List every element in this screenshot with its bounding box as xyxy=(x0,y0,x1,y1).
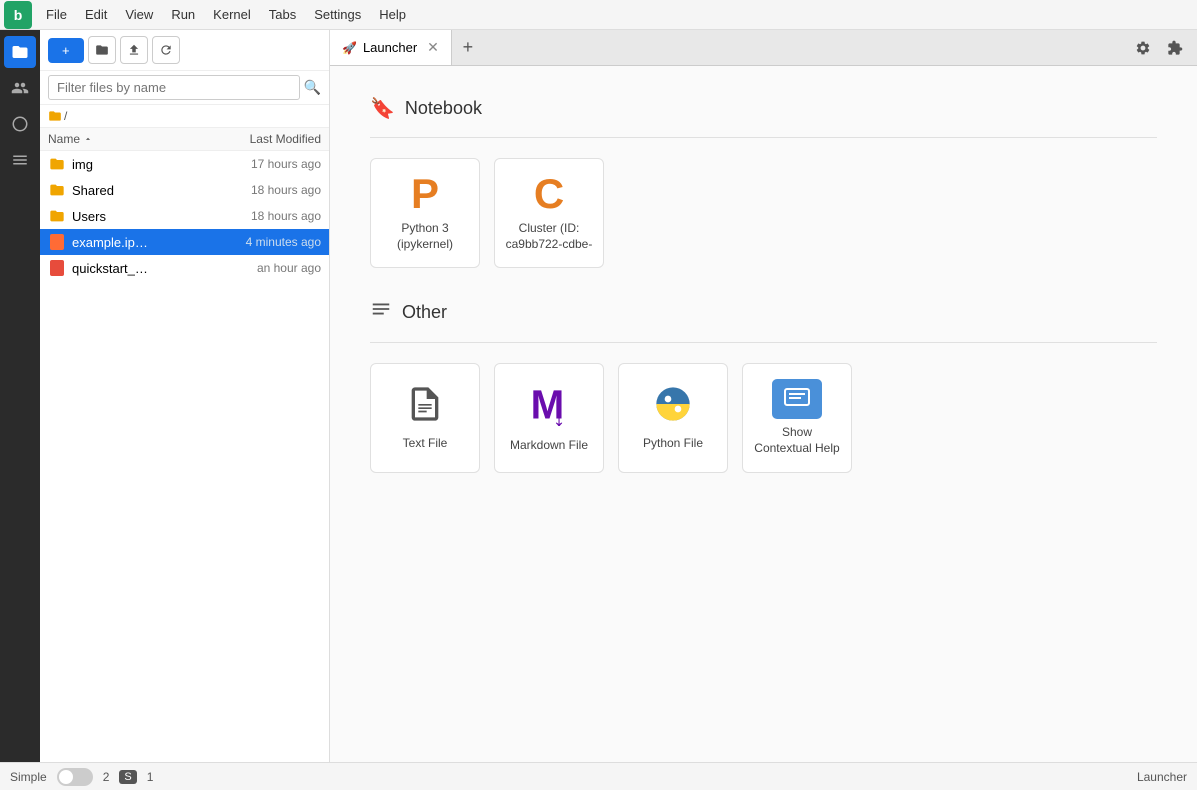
breadcrumb: / xyxy=(40,105,329,128)
menu-run[interactable]: Run xyxy=(163,5,203,24)
show-contextual-help-icon xyxy=(772,379,822,419)
modified-column-header[interactable]: Last Modified xyxy=(191,132,321,146)
python-file-label: Python File xyxy=(643,436,703,452)
folder-icon xyxy=(48,155,66,173)
file-row-img[interactable]: img 17 hours ago xyxy=(40,151,329,177)
mode-label: Simple xyxy=(10,770,47,784)
notebook-section-divider xyxy=(370,137,1157,138)
python3-label: Python 3 (ipykernel) xyxy=(381,221,469,252)
file-panel: + 🔍 / Name Last Modified xyxy=(40,30,330,762)
file-modified-img: 17 hours ago xyxy=(191,157,321,171)
other-section-divider xyxy=(370,342,1157,343)
toggle-knob xyxy=(59,770,73,784)
launcher-content: 🔖 Notebook P Python 3 (ipykernel) C Clus… xyxy=(330,66,1197,762)
search-box: 🔍 xyxy=(40,71,329,105)
folder-icon xyxy=(48,207,66,225)
folder-icon xyxy=(48,181,66,199)
launcher-tab-label: Launcher xyxy=(363,40,417,55)
status-bar: Simple 2 S 1 Launcher xyxy=(0,762,1197,790)
file-row-quickstart[interactable]: quickstart_… an hour ago xyxy=(40,255,329,281)
file-name-shared: Shared xyxy=(72,183,191,198)
sidebar-circle-icon[interactable] xyxy=(4,108,36,140)
other-section-title: Other xyxy=(402,302,447,323)
launcher-status-label: Launcher xyxy=(1137,770,1187,784)
show-contextual-help-label: Show Contextual Help xyxy=(753,425,841,456)
notebook-section-icon: 🔖 xyxy=(370,96,395,121)
file-modified-example: 4 minutes ago xyxy=(191,235,321,249)
sidebar-menu-icon[interactable] xyxy=(4,144,36,176)
python-file-card[interactable]: Python File xyxy=(618,363,728,473)
file-row-example[interactable]: example.ip… 4 minutes ago xyxy=(40,229,329,255)
notebook-cards-row: P Python 3 (ipykernel) C Cluster (ID: ca… xyxy=(370,158,1157,268)
file-row-shared[interactable]: Shared 18 hours ago xyxy=(40,177,329,203)
launcher-tab-icon: 🚀 xyxy=(342,41,357,55)
svg-text:↓: ↓ xyxy=(553,404,566,426)
tab-close-button[interactable]: ✕ xyxy=(427,39,439,56)
main-layout: + 🔍 / Name Last Modified xyxy=(0,30,1197,762)
markdown-icon: M ↓ xyxy=(527,382,571,432)
markdown-file-card[interactable]: M ↓ Markdown File xyxy=(494,363,604,473)
file-name-img: img xyxy=(72,157,191,172)
file-modified-shared: 18 hours ago xyxy=(191,183,321,197)
cluster-label: Cluster (ID: ca9bb722-cdbe- xyxy=(505,221,593,252)
file-modified-users: 18 hours ago xyxy=(191,209,321,223)
file-list: img 17 hours ago Shared 18 hours ago Use… xyxy=(40,151,329,762)
file-name-users: Users xyxy=(72,209,191,224)
tab-right-icons xyxy=(1129,34,1197,62)
upload-button[interactable] xyxy=(120,36,148,64)
tab-bar: 🚀 Launcher ✕ + xyxy=(330,30,1197,66)
cluster-icon: C xyxy=(534,173,564,215)
show-contextual-help-card[interactable]: Show Contextual Help xyxy=(742,363,852,473)
refresh-button[interactable] xyxy=(152,36,180,64)
notebook-section-title: Notebook xyxy=(405,98,482,119)
text-file-label: Text File xyxy=(403,436,448,452)
python3-icon: P xyxy=(411,173,439,215)
file-toolbar: + xyxy=(40,30,329,71)
search-icon: 🔍 xyxy=(304,79,321,96)
notebook-icon xyxy=(48,233,66,251)
app-logo: b xyxy=(4,1,32,29)
menu-view[interactable]: View xyxy=(117,5,161,24)
menu-edit[interactable]: Edit xyxy=(77,5,115,24)
other-cards-row: Text File M ↓ Markdown File xyxy=(370,363,1157,473)
icon-sidebar xyxy=(0,30,40,762)
sidebar-files-icon[interactable] xyxy=(4,36,36,68)
notebook-icon xyxy=(48,259,66,277)
text-file-icon xyxy=(405,384,445,430)
file-list-header: Name Last Modified xyxy=(40,128,329,151)
settings-icon[interactable] xyxy=(1129,34,1157,62)
search-input[interactable] xyxy=(48,75,300,100)
other-section-icon xyxy=(370,298,392,326)
file-name-quickstart: quickstart_… xyxy=(72,261,191,276)
menu-file[interactable]: File xyxy=(38,5,75,24)
python3-card[interactable]: P Python 3 (ipykernel) xyxy=(370,158,480,268)
tab-launcher[interactable]: 🚀 Launcher ✕ xyxy=(330,30,452,65)
simple-mode-toggle[interactable] xyxy=(57,768,93,786)
menu-kernel[interactable]: Kernel xyxy=(205,5,259,24)
sidebar-users-icon[interactable] xyxy=(4,72,36,104)
text-file-card[interactable]: Text File xyxy=(370,363,480,473)
tab-add-button[interactable]: + xyxy=(452,30,484,65)
new-button[interactable]: + xyxy=(48,38,84,63)
markdown-file-label: Markdown File xyxy=(510,438,588,454)
kernel-count: 2 xyxy=(103,770,110,784)
menu-help[interactable]: Help xyxy=(371,5,414,24)
notebook-section-header: 🔖 Notebook xyxy=(370,96,1157,121)
menu-tabs[interactable]: Tabs xyxy=(261,5,304,24)
file-name-example: example.ip… xyxy=(72,235,191,250)
content-area: 🚀 Launcher ✕ + 🔖 Notebook xyxy=(330,30,1197,762)
python-file-icon xyxy=(653,384,693,430)
new-folder-button[interactable] xyxy=(88,36,116,64)
other-section-header: Other xyxy=(370,298,1157,326)
cluster-card[interactable]: C Cluster (ID: ca9bb722-cdbe- xyxy=(494,158,604,268)
breadcrumb-path: / xyxy=(64,109,67,123)
kernel-badge: S xyxy=(119,770,136,784)
file-modified-quickstart: an hour ago xyxy=(191,261,321,275)
name-column-header[interactable]: Name xyxy=(48,132,191,146)
menubar: b File Edit View Run Kernel Tabs Setting… xyxy=(0,0,1197,30)
extensions-icon[interactable] xyxy=(1161,34,1189,62)
terminal-count: 1 xyxy=(147,770,154,784)
file-row-users[interactable]: Users 18 hours ago xyxy=(40,203,329,229)
menu-settings[interactable]: Settings xyxy=(306,5,369,24)
